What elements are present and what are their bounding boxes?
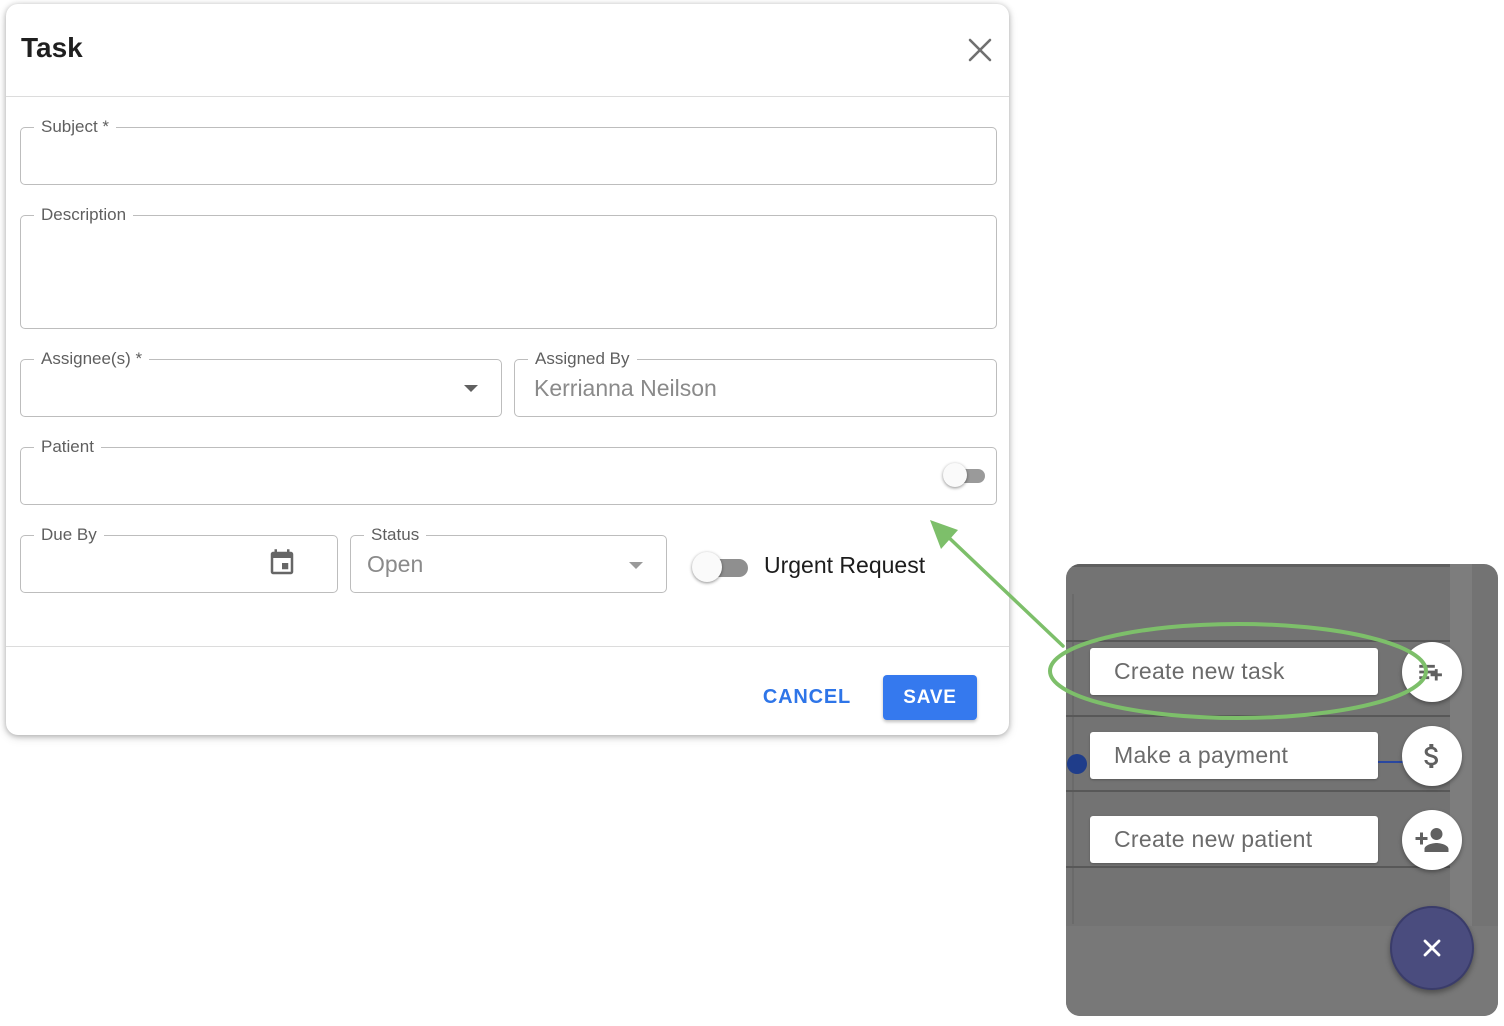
backdrop-divider xyxy=(1066,564,1450,567)
dialog-header: Task xyxy=(6,4,1009,97)
patient-label: Patient xyxy=(34,436,101,458)
person-add-icon xyxy=(1415,828,1449,852)
dialog-title: Task xyxy=(21,32,83,63)
subject-field[interactable]: Subject * xyxy=(20,116,997,185)
close-dialog-button[interactable] xyxy=(964,34,996,66)
save-button[interactable]: SAVE xyxy=(883,675,977,720)
patient-field[interactable]: Patient xyxy=(20,436,997,505)
task-dialog: Task Subject * Description Assignee(s) *… xyxy=(6,4,1009,735)
status-select[interactable]: Status Open xyxy=(350,524,667,593)
description-label: Description xyxy=(34,204,134,226)
playlist-add-icon xyxy=(1419,664,1442,681)
urgent-toggle-thumb xyxy=(692,552,722,582)
timeline-dot xyxy=(1067,754,1087,774)
dollar-icon xyxy=(1424,744,1438,768)
footer-divider xyxy=(6,646,1009,647)
backdrop-divider xyxy=(1066,866,1450,868)
backdrop-divider xyxy=(1066,715,1450,717)
urgent-request-toggle[interactable] xyxy=(692,552,748,582)
cancel-button[interactable]: CANCEL xyxy=(752,675,862,719)
subject-label: Subject * xyxy=(34,116,117,138)
status-value: Open xyxy=(367,551,424,577)
chevron-down-icon xyxy=(629,562,643,569)
create-patient-action-label[interactable]: Create new patient xyxy=(1090,816,1378,863)
create-task-action-button[interactable] xyxy=(1402,642,1462,702)
patient-toggle[interactable] xyxy=(943,463,987,489)
assigned-by-value: Kerrianna Neilson xyxy=(534,375,717,401)
assigned-by-field: Assigned By Kerrianna Neilson xyxy=(514,348,997,417)
backdrop-divider xyxy=(1066,640,1450,642)
calendar-icon[interactable] xyxy=(267,548,297,578)
assigned-by-label: Assigned By xyxy=(528,348,637,370)
status-label: Status xyxy=(364,524,427,546)
due-by-field[interactable]: Due By xyxy=(20,524,338,593)
create-patient-action-button[interactable] xyxy=(1402,810,1462,870)
chevron-down-icon xyxy=(464,385,478,392)
backdrop-divider xyxy=(1066,790,1450,792)
close-speed-dial-button[interactable] xyxy=(1390,906,1474,990)
make-payment-action-label[interactable]: Make a payment xyxy=(1090,732,1378,779)
assignees-label: Assignee(s) * xyxy=(34,348,150,370)
timeline-line xyxy=(1378,761,1404,763)
description-field[interactable]: Description xyxy=(20,204,997,329)
urgent-request-label: Urgent Request xyxy=(764,552,926,578)
close-icon xyxy=(968,38,992,62)
make-payment-action-button[interactable] xyxy=(1402,726,1462,786)
description-input[interactable] xyxy=(37,226,980,260)
assignees-select[interactable]: Assignee(s) * xyxy=(20,348,502,417)
due-by-label: Due By xyxy=(34,524,104,546)
create-task-action-label[interactable]: Create new task xyxy=(1090,648,1378,695)
subject-input[interactable] xyxy=(37,138,980,172)
patient-input[interactable] xyxy=(37,458,937,492)
patient-toggle-thumb xyxy=(943,463,967,487)
close-icon xyxy=(1423,939,1441,957)
